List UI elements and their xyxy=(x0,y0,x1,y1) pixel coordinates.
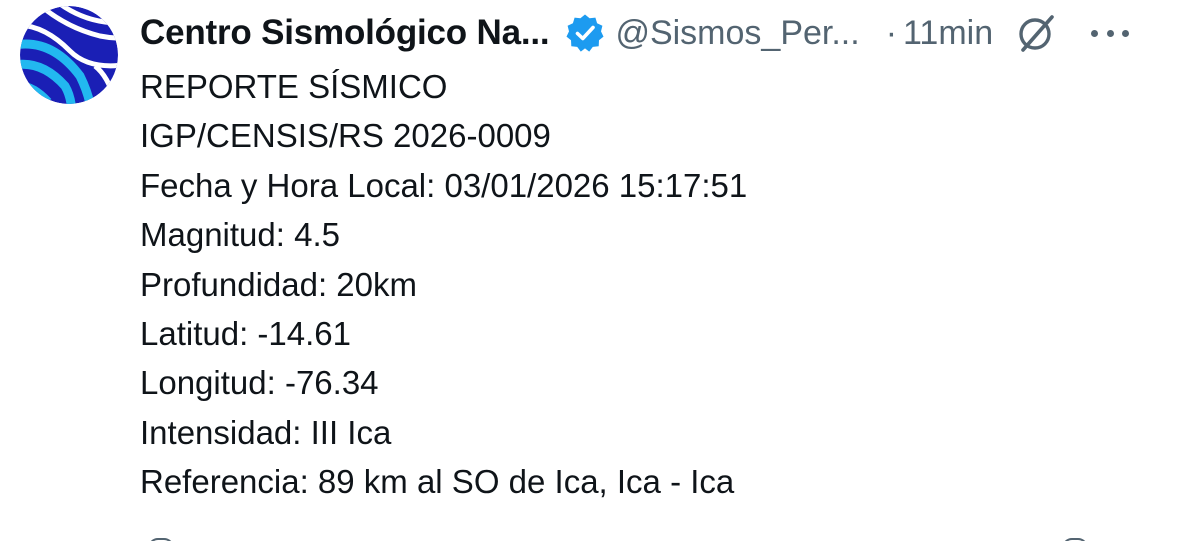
more-options-icon[interactable] xyxy=(1091,12,1130,54)
tweet-header: Centro Sismológico Na... @Sismos_Per... … xyxy=(140,8,1185,58)
tweet-line: Profundidad: 20km xyxy=(140,265,418,303)
tweet-line: Magnitud: 4.5 xyxy=(140,216,340,254)
author-avatar[interactable] xyxy=(20,6,118,104)
logo-avatar-icon xyxy=(20,6,118,104)
tweet-line: Referencia: 89 km al SO de Ica, Ica - Ic… xyxy=(140,463,735,501)
more-dot xyxy=(1091,29,1099,37)
tweet-line: Fecha y Hora Local: 03/01/2026 15:17:51 xyxy=(140,166,748,204)
tweet-actions xyxy=(140,530,1185,541)
author-name[interactable]: Centro Sismológico Na... xyxy=(140,13,550,53)
timestamp[interactable]: 11min xyxy=(903,14,993,53)
more-dot xyxy=(1122,29,1130,37)
tweet-line: IGP/CENSIS/RS 2026-0009 xyxy=(140,117,551,155)
grok-icon[interactable] xyxy=(1015,12,1057,54)
tweet-text: REPORTE SÍSMICO IGP/CENSIS/RS 2026-0009 … xyxy=(140,62,1180,507)
tweet-line: Latitud: -14.61 xyxy=(140,315,351,353)
author-handle[interactable]: @Sismos_Per... xyxy=(615,14,859,53)
more-dot xyxy=(1106,29,1114,37)
tweet-line: Longitud: -76.34 xyxy=(140,364,379,402)
tweet[interactable]: Centro Sismológico Na... @Sismos_Per... … xyxy=(0,0,1200,541)
separator-dot: · xyxy=(885,13,898,52)
tweet-line: REPORTE SÍSMICO xyxy=(140,68,448,105)
tweet-line: Intensidad: III Ica xyxy=(140,413,392,451)
verified-badge-icon[interactable] xyxy=(565,13,605,53)
